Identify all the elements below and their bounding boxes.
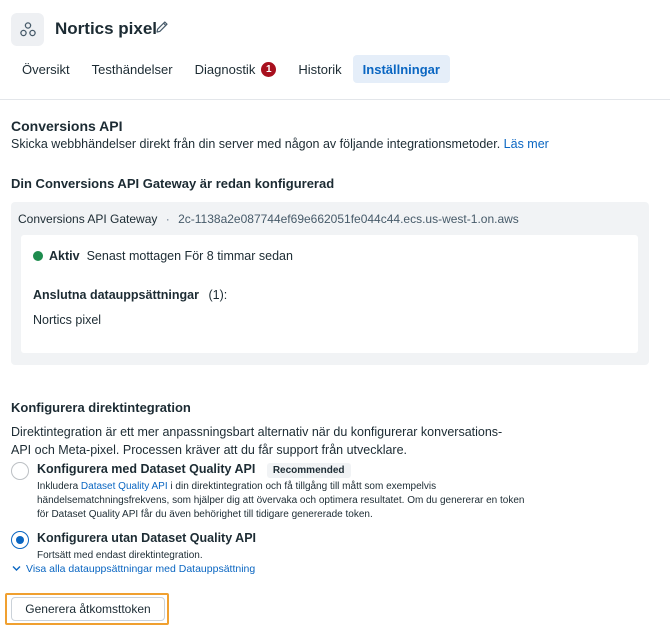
gateway-name: Conversions API Gateway bbox=[18, 212, 158, 226]
tab-installningar[interactable]: Inställningar bbox=[352, 55, 450, 83]
gateway-info: Conversions API Gateway · 2c-1138a2e0877… bbox=[18, 212, 519, 226]
option-title: Konfigurera utan Dataset Quality API bbox=[37, 531, 257, 545]
dataset-quality-api-link[interactable]: Dataset Quality API bbox=[81, 481, 168, 492]
connected-count: (1): bbox=[208, 288, 228, 302]
chevron-down-icon bbox=[12, 563, 21, 575]
status-detail: Senast mottagen För 8 timmar sedan bbox=[86, 249, 293, 263]
view-all-label: Visa alla datauppsättningar med Dataupps… bbox=[26, 563, 256, 575]
tab-label: Översikt bbox=[22, 61, 70, 77]
option-title: Konfigurera med Dataset Quality API Reco… bbox=[37, 462, 351, 478]
header-divider bbox=[0, 99, 670, 100]
tab-bar: Översikt Testhändelser Diagnostik 1 Hist… bbox=[11, 55, 450, 83]
conversions-api-heading: Conversions API bbox=[11, 118, 123, 134]
direct-integration-description: Direktintegration är ett mer anpassnings… bbox=[11, 425, 503, 457]
tab-label: Inställningar bbox=[362, 61, 440, 77]
option-title-text: Konfigurera med Dataset Quality API bbox=[37, 462, 256, 476]
radio-without-dqa[interactable] bbox=[11, 531, 29, 549]
radio-with-dqa[interactable] bbox=[11, 462, 29, 480]
gateway-heading: Din Conversions API Gateway är redan kon… bbox=[11, 176, 335, 191]
tab-testhandelser[interactable]: Testhändelser bbox=[81, 55, 184, 83]
tab-diagnostik[interactable]: Diagnostik 1 bbox=[184, 55, 288, 83]
status-dot-icon bbox=[33, 251, 43, 261]
gateway-status-card: Aktiv Senast mottagen För 8 timmar sedan… bbox=[21, 235, 638, 353]
tab-label: Historik bbox=[298, 61, 342, 77]
recommended-badge: Recommended bbox=[266, 463, 351, 478]
tab-oversikt[interactable]: Översikt bbox=[11, 55, 81, 83]
gateway-panel: Conversions API Gateway · 2c-1138a2e0877… bbox=[11, 202, 649, 365]
pixel-icon bbox=[11, 13, 44, 46]
tab-label: Testhändelser bbox=[91, 61, 173, 77]
tab-label: Diagnostik bbox=[194, 61, 256, 77]
pencil-icon[interactable] bbox=[154, 19, 170, 35]
status-label: Aktiv bbox=[49, 249, 80, 263]
conversions-api-description: Skicka webbhändelser direkt från din ser… bbox=[11, 137, 549, 151]
separator: · bbox=[165, 212, 170, 226]
option-description: Fortsätt med endast direktintegration. bbox=[37, 550, 203, 561]
view-all-datasets-link[interactable]: Visa alla datauppsättningar med Dataupps… bbox=[12, 563, 255, 575]
status-row: Aktiv Senast mottagen För 8 timmar sedan bbox=[33, 249, 293, 263]
connected-dataset-name: Nortics pixel bbox=[33, 313, 102, 327]
connected-datasets-heading: Anslutna datauppsättningar (1): bbox=[33, 288, 227, 302]
read-more-link[interactable]: Läs mer bbox=[504, 137, 549, 151]
page-title: Nortics pixel bbox=[55, 19, 158, 38]
diagnostics-count-badge: 1 bbox=[261, 61, 277, 77]
connected-label: Anslutna datauppsättningar bbox=[33, 288, 199, 302]
option-description: Inkludera Dataset Quality API i din dire… bbox=[37, 480, 527, 522]
description-text: Skicka webbhändelser direkt från din ser… bbox=[11, 137, 501, 151]
tab-historik[interactable]: Historik bbox=[287, 55, 352, 83]
gateway-id: 2c-1138a2e087744ef69e662051fe044c44.ecs.… bbox=[178, 212, 519, 226]
desc-prefix: Inkludera bbox=[37, 481, 81, 492]
page-header: Nortics pixel Översikt Testhändelser Dia… bbox=[0, 0, 670, 100]
direct-integration-heading: Konfigurera direktintegration bbox=[11, 400, 191, 415]
generate-access-token-button[interactable]: Generera åtkomsttoken bbox=[11, 597, 165, 621]
